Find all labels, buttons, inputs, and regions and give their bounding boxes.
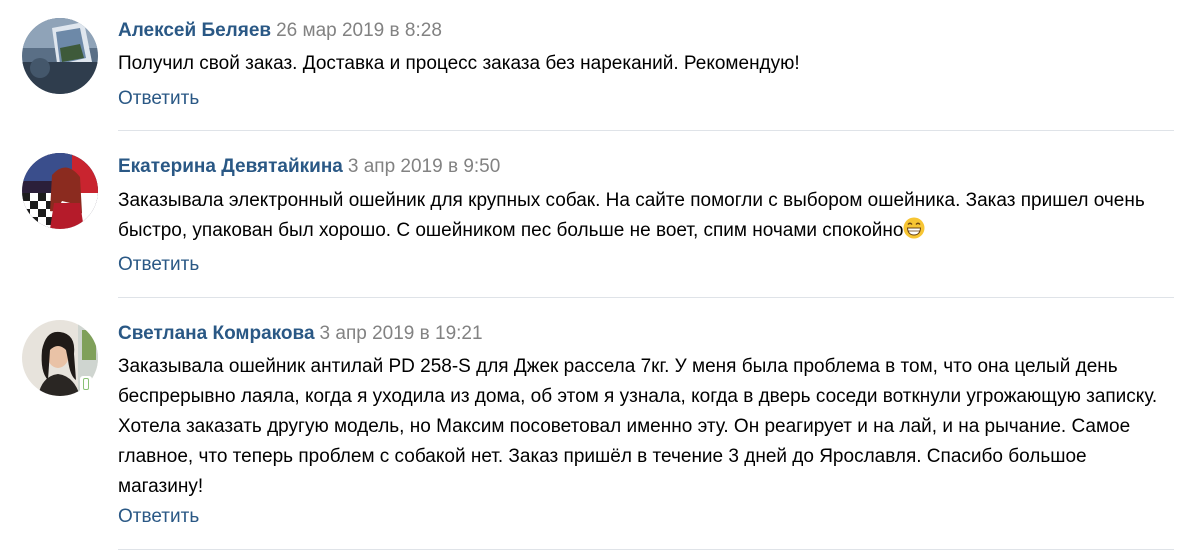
grinning-face-emoji [903,217,925,239]
comment-text: Заказывала электронный ошейник для крупн… [118,186,1168,246]
author-name[interactable]: Алексей Беляев [118,20,271,41]
avatar[interactable] [22,18,98,94]
comment-text: Заказывала ошейник антилай PD 258-S для … [118,356,1158,497]
comments-list: Алексей Беляев 26 мар 2019 в 8:28 Получил… [0,0,1200,557]
author-name[interactable]: Екатерина Девятайкина [118,156,343,177]
divider [118,549,1174,550]
comment: Екатерина Девятайкина 3 апр 2019 в 9:50 З… [0,131,1200,298]
comment-date[interactable]: 3 апр 2019 в 19:21 [320,323,483,344]
reply-link[interactable]: Ответить [118,253,199,277]
comment: Светлана Комракова 3 апр 2019 в 19:21 Зак… [0,298,1200,557]
avatar-photo [22,153,98,229]
comment-text: Получил свой заказ. Доставка и процесс з… [118,53,800,74]
avatar-photo [22,18,98,94]
comment-header: Алексей Беляев 26 мар 2019 в 8:28 [118,19,442,43]
comment: Алексей Беляев 26 мар 2019 в 8:28 Получил… [0,0,1200,131]
reply-link[interactable]: Ответить [118,505,199,529]
comment-header: Светлана Комракова 3 апр 2019 в 19:21 [118,322,483,346]
avatar[interactable] [22,153,98,229]
mobile-online-icon [80,376,92,394]
comment-date[interactable]: 26 мар 2019 в 8:28 [276,20,442,41]
comment-text-body: Заказывала электронный ошейник для крупн… [118,190,1145,241]
author-name[interactable]: Светлана Комракова [118,323,315,344]
comment-header: Екатерина Девятайкина 3 апр 2019 в 9:50 [118,155,500,179]
reply-link[interactable]: Ответить [118,87,199,111]
comment-date[interactable]: 3 апр 2019 в 9:50 [348,156,500,177]
